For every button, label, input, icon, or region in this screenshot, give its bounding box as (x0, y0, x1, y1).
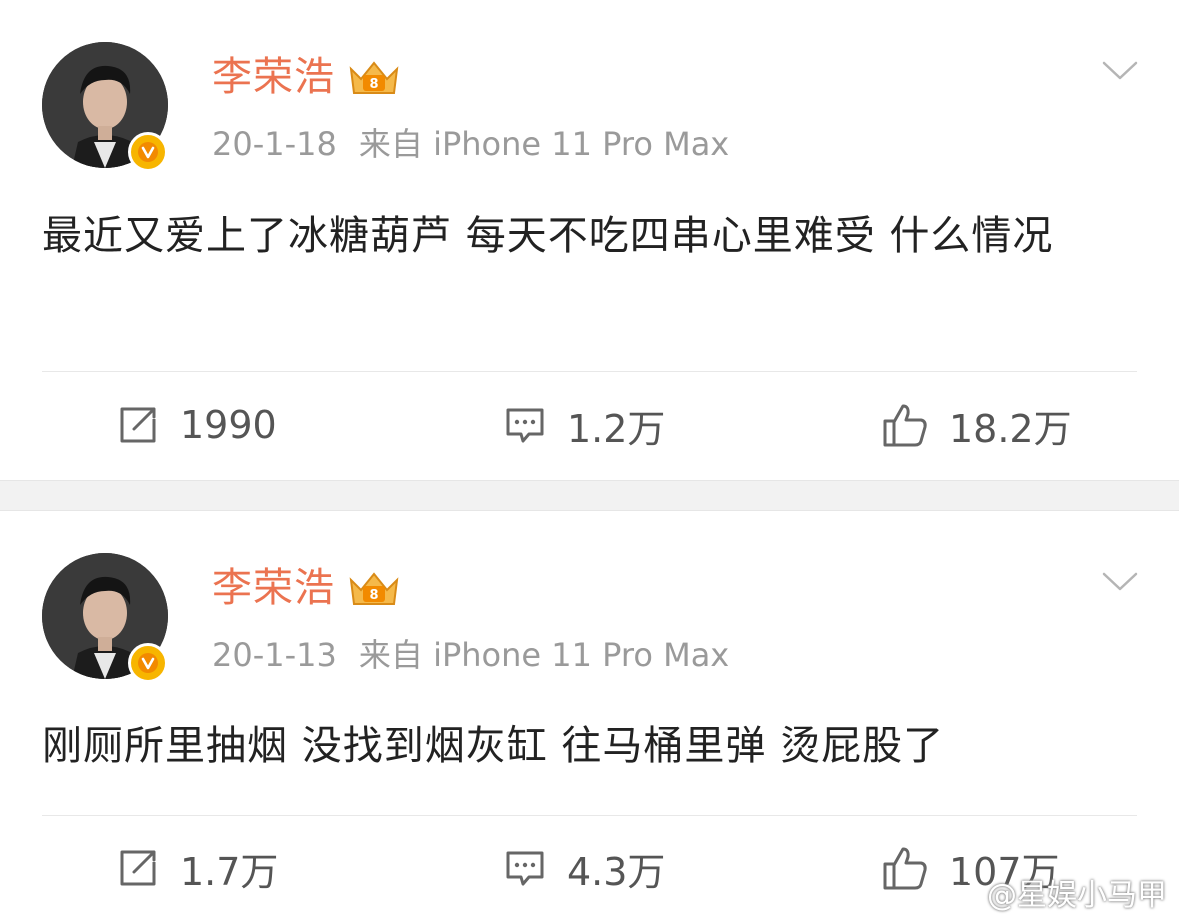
comment-count: 1.2万 (567, 406, 666, 451)
repost-icon (120, 850, 156, 886)
like-count: 18.2万 (949, 406, 1072, 451)
svg-text:8: 8 (369, 588, 378, 603)
repost-count: 1.7万 (180, 849, 279, 894)
chevron-down-icon[interactable] (1101, 571, 1139, 593)
post-date: 20-1-13 (212, 636, 337, 674)
like-icon (883, 404, 927, 447)
comment-button[interactable]: 1.2万 (503, 390, 665, 460)
avatar[interactable] (42, 42, 170, 172)
author-name[interactable]: 李荣浩 (212, 52, 335, 102)
watermark-text: @星娱小马甲 (987, 878, 1167, 913)
comment-count: 4.3万 (567, 849, 666, 894)
watermark: @星娱小马甲 (941, 870, 1167, 914)
weibo-logo-icon (941, 880, 979, 908)
divider (42, 371, 1137, 372)
repost-button[interactable]: 1.7万 (116, 833, 278, 903)
post-date: 20-1-18 (212, 125, 337, 163)
vip-crown-icon: 8 (349, 61, 399, 94)
avatar[interactable] (42, 553, 170, 683)
comment-icon (506, 408, 544, 443)
post-actions: 1990 1.2万 18.2万 (0, 390, 1179, 460)
post-card[interactable]: 李荣浩 8 20-1-13 来自 iPhone 11 Pro Max 刚厕所里抽烟… (0, 511, 1179, 924)
vip-crown-icon: 8 (349, 572, 399, 605)
comment-button[interactable]: 4.3万 (503, 833, 665, 903)
weibo-feed: 李荣浩 8 20-1-18 来自 iPhone 11 Pro Max 最近又爱上了… (0, 0, 1179, 924)
verified-badge-icon (128, 643, 168, 683)
comment-icon (506, 851, 544, 886)
like-button[interactable]: 18.2万 (881, 390, 1072, 460)
post-text: 刚厕所里抽烟 没找到烟灰缸 往马桶里弹 烫屁股了 (42, 723, 945, 769)
post-meta: 20-1-18 来自 iPhone 11 Pro Max (212, 122, 729, 166)
post-meta: 20-1-13 来自 iPhone 11 Pro Max (212, 633, 729, 677)
chevron-down-icon[interactable] (1101, 60, 1139, 82)
post-text: 最近又爱上了冰糖葫芦 每天不吃四串心里难受 什么情况 (42, 213, 1054, 259)
repost-button[interactable]: 1990 (116, 390, 277, 460)
post-source: 来自 iPhone 11 Pro Max (358, 125, 730, 163)
like-icon (883, 847, 927, 890)
svg-text:8: 8 (369, 77, 378, 92)
feed-separator (0, 480, 1179, 511)
repost-count: 1990 (180, 403, 277, 447)
post-source: 来自 iPhone 11 Pro Max (358, 636, 730, 674)
author-name[interactable]: 李荣浩 (212, 563, 335, 613)
verified-badge-icon (128, 132, 168, 172)
post-card[interactable]: 李荣浩 8 20-1-18 来自 iPhone 11 Pro Max 最近又爱上了… (0, 0, 1179, 480)
repost-icon (120, 407, 156, 443)
divider (42, 815, 1137, 816)
